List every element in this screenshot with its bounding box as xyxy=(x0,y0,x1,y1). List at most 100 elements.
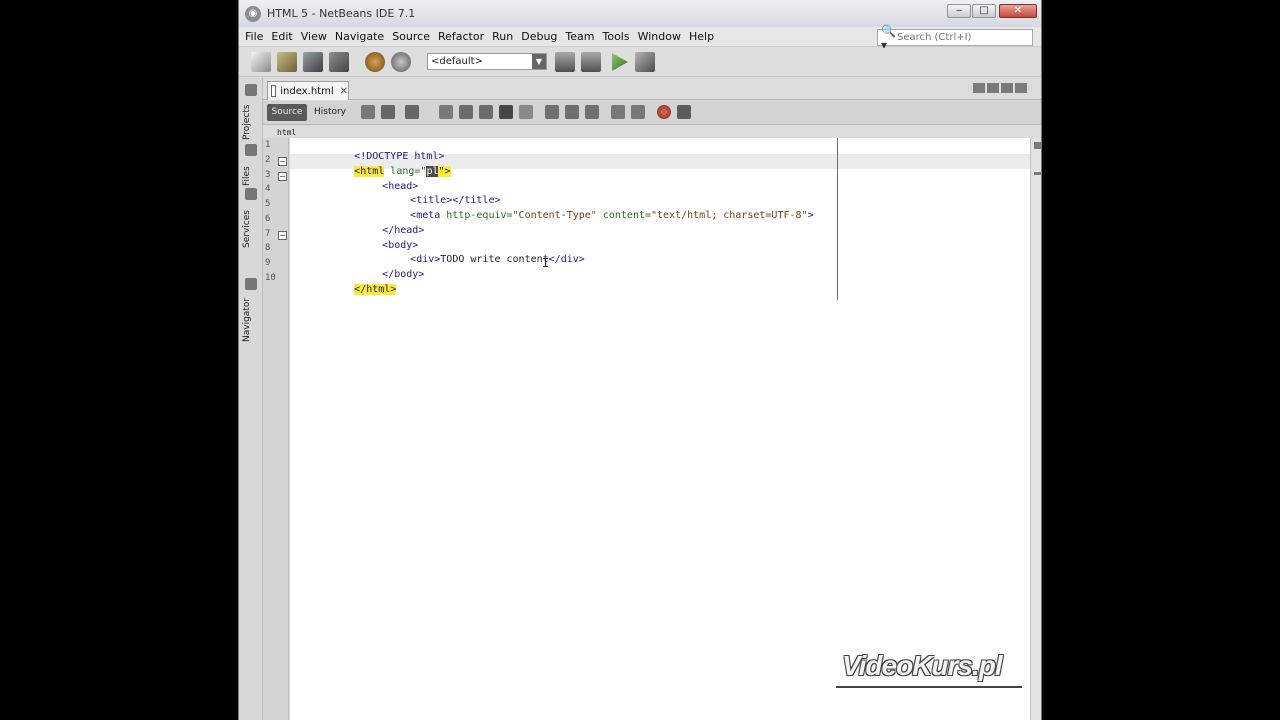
forward-icon[interactable] xyxy=(405,105,419,119)
quick-search[interactable]: 🔍▾ xyxy=(877,24,1033,52)
main-toolbar: <default> ▼ xyxy=(239,48,1041,77)
history-view-button[interactable]: History xyxy=(311,104,349,121)
fold-html-icon[interactable]: − xyxy=(278,157,287,166)
side-panel-tabs: Projects Files Services Navigator xyxy=(239,78,263,720)
scroll-tabs-left-icon[interactable] xyxy=(973,83,985,93)
run-icon[interactable] xyxy=(612,53,628,71)
menu-edit[interactable]: Edit xyxy=(271,30,292,43)
maximize-button[interactable]: □ xyxy=(972,4,996,18)
breadcrumb[interactable]: html xyxy=(277,128,296,137)
line-number: 3 xyxy=(265,170,271,180)
files-window-icon[interactable] xyxy=(245,144,257,156)
next-bookmark-icon[interactable] xyxy=(565,105,579,119)
title-bar[interactable]: ◉ HTML 5 - NetBeans IDE 7.1 ‒ □ ✕ xyxy=(239,0,1041,27)
netbeans-app-icon: ◉ xyxy=(245,5,261,22)
toggle-rectangular-selection-icon[interactable] xyxy=(519,105,533,119)
http-equiv-value-token: "Content-Type" xyxy=(512,210,597,221)
navigator-window-icon[interactable] xyxy=(245,278,257,290)
chevron-down-icon[interactable]: ▼ xyxy=(532,54,546,69)
window-title: HTML 5 - NetBeans IDE 7.1 xyxy=(267,7,416,20)
stop-macro-recording-icon[interactable] xyxy=(677,105,691,119)
code-line-10[interactable]: </html> xyxy=(306,273,397,306)
toggle-highlight-icon[interactable] xyxy=(499,105,513,119)
error-stripe-scrollbar[interactable] xyxy=(1030,138,1041,720)
fold-body-icon[interactable]: − xyxy=(278,231,287,240)
code-editor[interactable]: <!DOCTYPE html> <html lang="pl"> <head> … xyxy=(290,138,1030,720)
line-number: 4 xyxy=(265,184,271,194)
scroll-tabs-right-icon[interactable] xyxy=(987,83,999,93)
new-project-icon[interactable] xyxy=(277,52,297,72)
find-selection-icon[interactable] xyxy=(439,105,453,119)
minimize-button[interactable]: ‒ xyxy=(947,4,971,18)
line-number: 2 xyxy=(265,155,271,165)
line-number: 1 xyxy=(265,140,271,150)
line-number: 10 xyxy=(265,273,276,283)
text-cursor-icon: I xyxy=(542,256,550,270)
div-close-token: </div> xyxy=(548,254,585,265)
clean-build-icon[interactable] xyxy=(581,52,601,72)
show-opened-documents-icon[interactable] xyxy=(1001,83,1013,93)
tab-navigator[interactable]: Navigator xyxy=(242,294,260,342)
menu-refactor[interactable]: Refactor xyxy=(438,30,484,43)
maximize-editor-icon[interactable] xyxy=(1015,83,1027,93)
editor-toolbar: Source History xyxy=(263,101,1041,125)
previous-bookmark-icon[interactable] xyxy=(545,105,559,119)
build-icon[interactable] xyxy=(555,52,575,72)
right-margin-line xyxy=(837,138,838,300)
find-previous-icon[interactable] xyxy=(459,105,473,119)
menu-view[interactable]: View xyxy=(301,30,327,43)
menu-navigate[interactable]: Navigate xyxy=(335,30,384,43)
toggle-bookmark-icon[interactable] xyxy=(585,105,599,119)
projects-window-icon[interactable] xyxy=(245,84,257,96)
html-open-tag-close-token: "> xyxy=(438,166,451,177)
line-number: 9 xyxy=(265,258,271,268)
debug-icon[interactable] xyxy=(635,52,655,72)
meta-close-token: > xyxy=(807,210,814,221)
redo-icon[interactable] xyxy=(391,52,411,72)
save-all-icon[interactable] xyxy=(329,52,349,72)
editor-pane: index.html ✕ Source History html 1 2 3 4… xyxy=(263,78,1041,720)
scroll-marker[interactable] xyxy=(1034,142,1041,149)
undo-icon[interactable] xyxy=(365,52,385,72)
content-attribute-token: content= xyxy=(596,210,652,221)
tab-services[interactable]: Services xyxy=(242,204,260,248)
menu-run[interactable]: Run xyxy=(492,30,513,43)
line-number: 5 xyxy=(265,199,271,209)
tab-close-icon[interactable]: ✕ xyxy=(340,86,348,97)
shift-left-icon[interactable] xyxy=(611,105,625,119)
menu-file[interactable]: File xyxy=(245,30,263,43)
menu-team[interactable]: Team xyxy=(565,30,594,43)
scroll-marker[interactable] xyxy=(1034,172,1041,175)
menu-debug[interactable]: Debug xyxy=(521,30,557,43)
find-next-icon[interactable] xyxy=(479,105,493,119)
html-file-icon xyxy=(271,85,277,97)
close-button[interactable]: ✕ xyxy=(999,4,1037,18)
watermark-underline xyxy=(836,686,1022,688)
configuration-select[interactable]: <default> ▼ xyxy=(427,53,547,70)
start-macro-recording-icon[interactable] xyxy=(657,105,671,119)
tab-index-html[interactable]: index.html ✕ xyxy=(267,81,349,100)
source-view-button[interactable]: Source xyxy=(267,104,307,121)
new-file-icon[interactable] xyxy=(251,52,271,72)
back-icon[interactable] xyxy=(381,105,395,119)
fold-head-icon[interactable]: − xyxy=(278,172,287,181)
open-project-icon[interactable] xyxy=(303,52,323,72)
menu-source[interactable]: Source xyxy=(392,30,430,43)
line-number: 8 xyxy=(265,243,271,253)
services-window-icon[interactable] xyxy=(245,188,257,200)
search-input[interactable] xyxy=(897,30,1025,45)
lang-value-token: pl xyxy=(426,166,439,177)
menu-window[interactable]: Window xyxy=(638,30,681,43)
last-edit-icon[interactable] xyxy=(361,105,375,119)
http-equiv-attribute-token: http-equiv= xyxy=(440,210,513,221)
line-number: 7 xyxy=(265,229,271,239)
html-close-tag-token: </html> xyxy=(354,284,397,295)
line-number: 6 xyxy=(265,214,271,224)
code-line-5[interactable]: <meta http-equiv="Content-Type" content=… xyxy=(362,199,814,232)
line-number-gutter: 1 2 3 4 5 6 7 8 9 10 − − − xyxy=(263,138,289,720)
tab-files[interactable]: Files xyxy=(242,160,260,186)
shift-right-icon[interactable] xyxy=(631,105,645,119)
tab-projects[interactable]: Projects xyxy=(242,100,260,140)
menu-tools[interactable]: Tools xyxy=(602,30,629,43)
menu-help[interactable]: Help xyxy=(689,30,714,43)
